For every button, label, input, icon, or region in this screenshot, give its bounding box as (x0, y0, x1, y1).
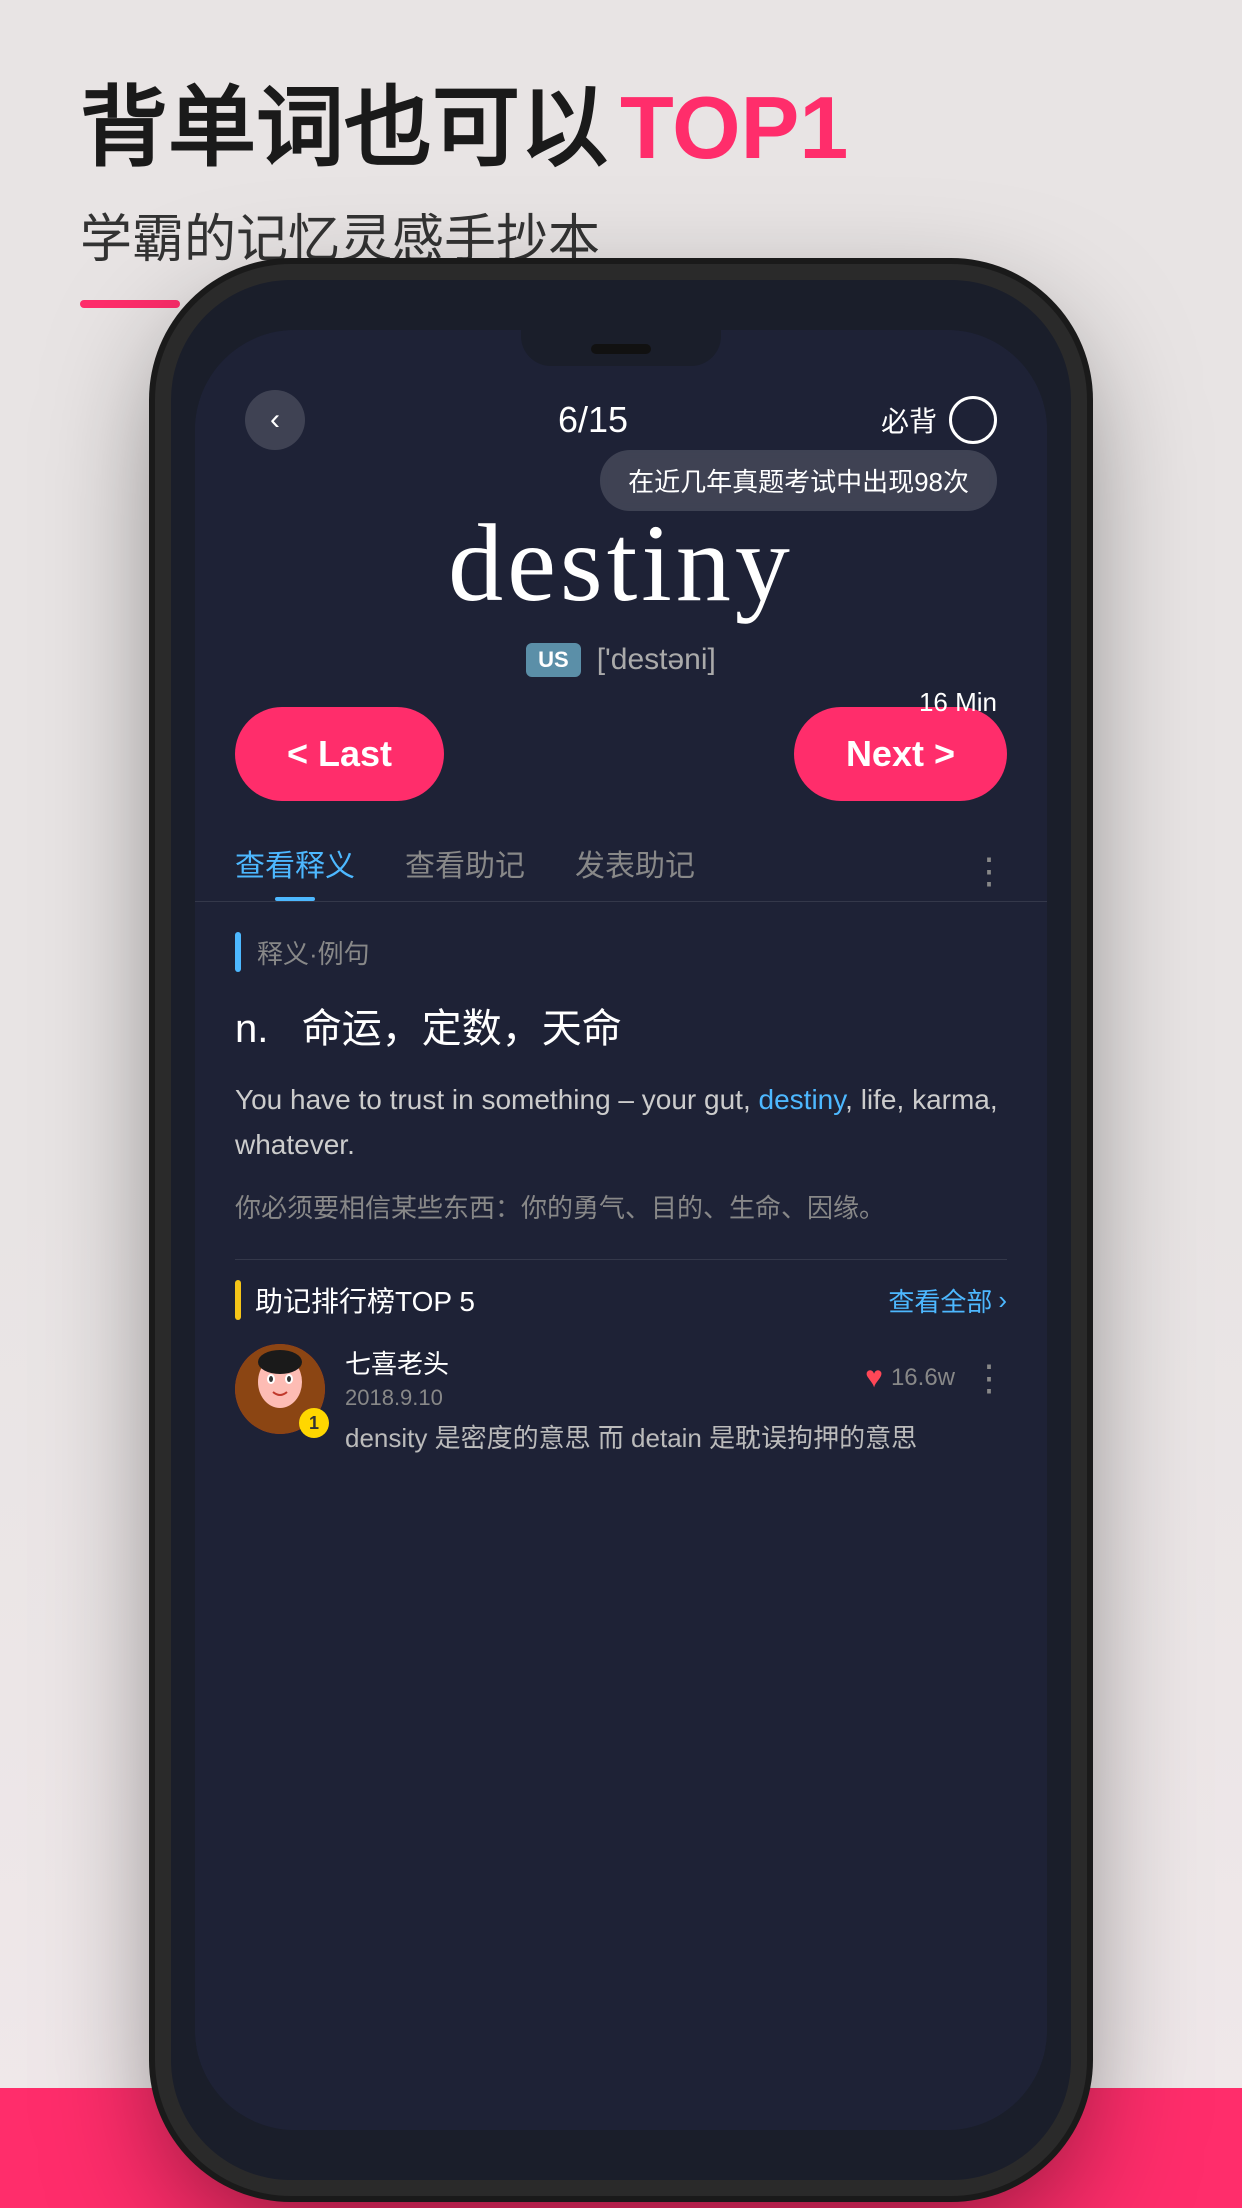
header-underline (80, 300, 180, 308)
example-english: You have to trust in something – your gu… (235, 1078, 1007, 1168)
pos-label: n. (235, 1007, 268, 1051)
must-memorize-circle (949, 396, 997, 444)
phone-volume-down-button (149, 940, 165, 1100)
screen-content: ‹ 6/15 必背 在近几年真题考试中出现98次 destiny (195, 330, 1047, 2130)
view-all-button[interactable]: 查看全部 › (888, 1282, 1007, 1319)
tab-post-memory[interactable]: 发表助记 (575, 841, 695, 901)
progress-indicator: 6/15 (558, 399, 628, 441)
memory-header-left: 助记排行榜TOP 5 (235, 1280, 475, 1320)
user-comment: density 是密度的意思 而 detain 是耽误拘押的意思 (345, 1419, 1007, 1458)
memory-user-item: 1 七喜老头 2018.9.10 ♥ (235, 1344, 1007, 1458)
view-all-label: 查看全部 (888, 1282, 992, 1319)
must-memorize-label: 必背 (881, 400, 937, 440)
rank-badge: 1 (299, 1408, 329, 1438)
phonetic-text: ['destəni] (597, 643, 716, 677)
header-title: 背单词也可以 TOP1 (80, 80, 848, 177)
timer-display: 16 Min (919, 687, 997, 718)
tab-memory[interactable]: 查看助记 (405, 841, 525, 901)
like-button[interactable]: ♥ 16.6w (865, 1361, 955, 1395)
back-icon: ‹ (270, 403, 280, 437)
word-text: destiny (235, 500, 1007, 627)
user-info: 七喜老头 2018.9.10 ♥ 16.6w ⋮ (345, 1344, 1007, 1458)
tab-more-button[interactable]: ⋮ (971, 850, 1007, 892)
phone-wrapper: ‹ 6/15 必背 在近几年真题考试中出现98次 destiny (171, 280, 1071, 2180)
phone-frame: ‹ 6/15 必背 在近几年真题考试中出现98次 destiny (171, 280, 1071, 2180)
word-phonetic-row: US ['destəni] (235, 643, 1007, 677)
next-button[interactable]: Next > (794, 707, 1007, 801)
user-actions: ♥ 16.6w ⋮ (865, 1357, 1007, 1399)
us-label: US (526, 643, 581, 677)
content-tabs: 查看释义 查看助记 发表助记 ⋮ (195, 821, 1047, 902)
definition-main-text: n. 命运，定数，天命 (235, 996, 1007, 1054)
phone-notch (521, 330, 721, 366)
must-memorize-toggle[interactable]: 必背 (881, 396, 997, 444)
definition-header: 释义·例句 (235, 932, 1007, 972)
user-name: 七喜老头 (345, 1344, 449, 1381)
header-subtitle: 学霸的记忆灵感手抄本 (80, 197, 848, 272)
user-avatar-wrapper: 1 (235, 1344, 325, 1434)
tooltip-text: 在近几年真题考试中出现98次 (628, 467, 969, 497)
back-button[interactable]: ‹ (245, 390, 305, 450)
meanings-text: 命运，定数，天命 (302, 1007, 622, 1051)
memory-header: 助记排行榜TOP 5 查看全部 › (235, 1280, 1007, 1320)
more-options-icon[interactable]: ⋮ (971, 1357, 1007, 1399)
tab-post-memory-label: 发表助记 (575, 850, 695, 883)
memory-bar (235, 1280, 241, 1320)
memory-section: 助记排行榜TOP 5 查看全部 › (235, 1259, 1007, 1458)
last-button[interactable]: < Last (235, 707, 444, 801)
header-area: 背单词也可以 TOP1 学霸的记忆灵感手抄本 (80, 80, 848, 308)
phone-volume-up-button (149, 740, 165, 900)
header-title-text: 背单词也可以 (80, 80, 608, 177)
memory-section-label: 助记排行榜TOP 5 (255, 1280, 475, 1320)
word-highlight: destiny (759, 1084, 846, 1115)
definition-section: 释义·例句 n. 命运，定数，天命 You have to trust in s… (195, 902, 1047, 1259)
tab-definition[interactable]: 查看释义 (235, 841, 355, 901)
exam-tooltip: 在近几年真题考试中出现98次 (600, 450, 997, 511)
heart-icon: ♥ (865, 1361, 883, 1395)
phone-power-button (1077, 580, 1093, 660)
example-chinese: 你必须要相信某些东西：你的勇气、目的、生命、因缘。 (235, 1188, 1007, 1230)
definition-section-label: 释义·例句 (257, 934, 370, 971)
navigation-row: 16 Min < Last Next > (195, 697, 1047, 821)
tab-definition-label: 查看释义 (235, 850, 355, 883)
phone-screen: ‹ 6/15 必背 在近几年真题考试中出现98次 destiny (195, 330, 1047, 2130)
like-count: 16.6w (891, 1364, 955, 1392)
chevron-right-icon: › (998, 1285, 1007, 1316)
phone-mute-button (149, 600, 165, 700)
tab-memory-label: 查看助记 (405, 850, 525, 883)
user-date: 2018.9.10 (345, 1385, 449, 1411)
definition-bar (235, 932, 241, 972)
header-title-highlight: TOP1 (620, 80, 848, 177)
